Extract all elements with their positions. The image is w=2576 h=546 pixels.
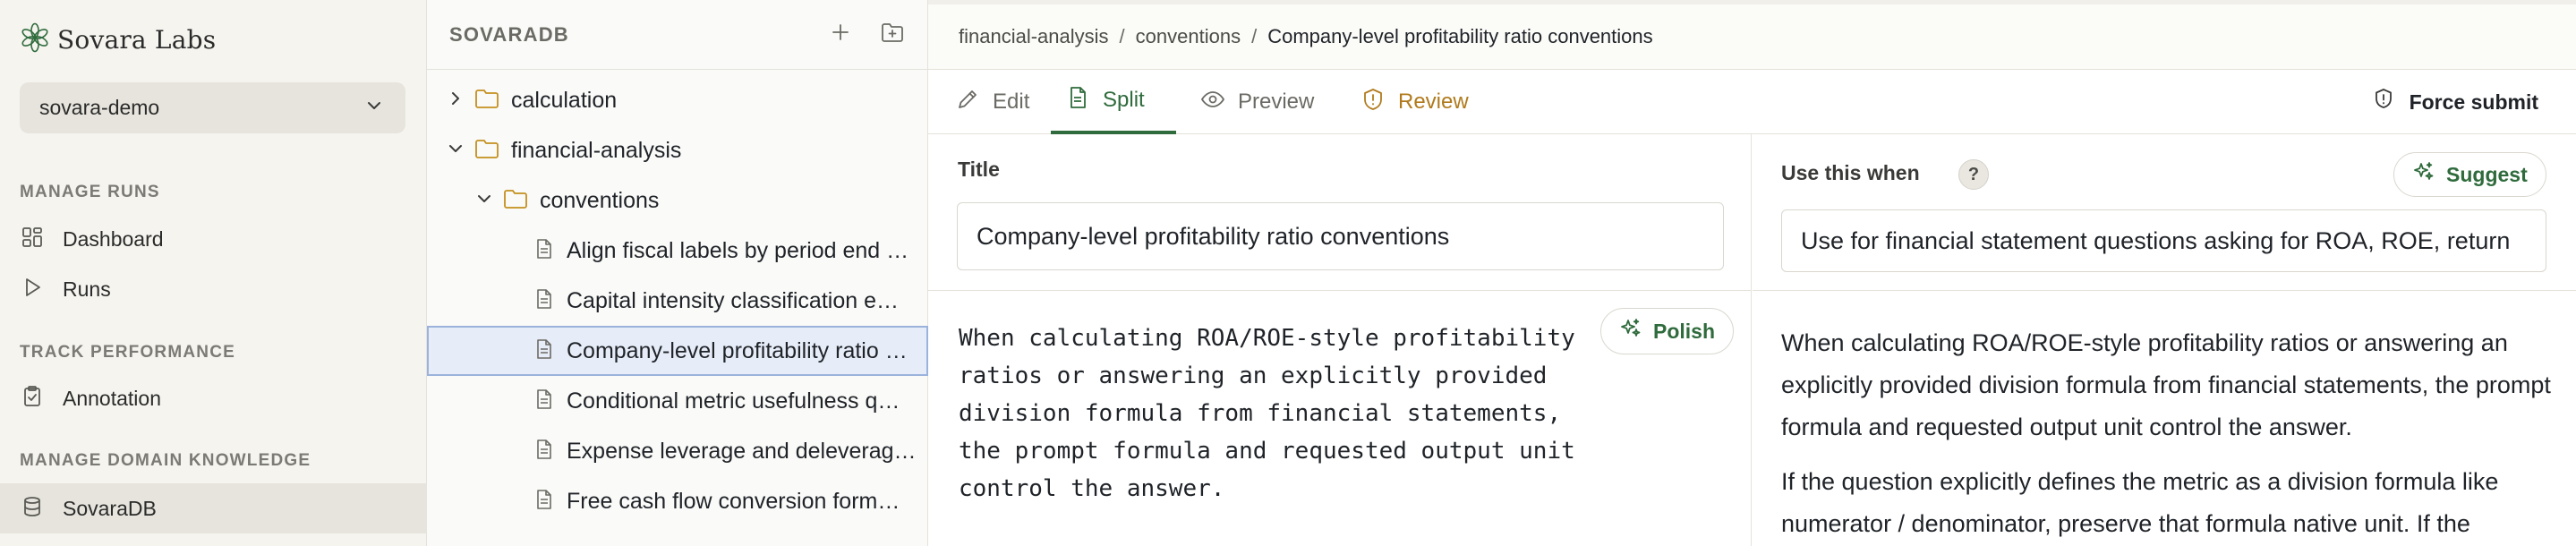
folder-icon: [466, 135, 500, 166]
chevron-down-icon: [473, 188, 495, 214]
tree-item-document[interactable]: Conditional metric usefulness q…: [427, 376, 928, 426]
document-icon: [533, 488, 556, 516]
suggest-button[interactable]: Suggest: [2393, 152, 2546, 197]
tab-label: Preview: [1238, 90, 1315, 114]
preview-pane: Use this when ? Suggest Use for financia…: [1753, 134, 2576, 546]
shield-alert-icon: [2372, 88, 2410, 116]
tab-split[interactable]: Split: [1051, 70, 1176, 134]
sidebar-item-dashboard[interactable]: Dashboard: [0, 216, 427, 262]
tab-review[interactable]: Review: [1361, 70, 1477, 134]
tree-item-calculation[interactable]: calculation: [427, 75, 928, 125]
folder-icon: [466, 85, 500, 116]
tree-item-label: financial-analysis: [511, 137, 682, 163]
alert-circle-icon: [1361, 87, 1398, 118]
pencil-icon: [955, 87, 993, 118]
tab-edit[interactable]: Edit: [955, 70, 1041, 134]
sidebar-item-label: Annotation: [63, 386, 161, 410]
app-sidebar: Sovara Labs sovara-demo MANAGE RUNS Dash…: [0, 0, 427, 546]
help-icon[interactable]: ?: [1958, 159, 1989, 190]
database-icon: [20, 494, 45, 524]
document-icon: [533, 438, 556, 465]
sidebar-item-label: Runs: [63, 277, 111, 301]
chevron-down-icon: [445, 138, 466, 164]
tree-item-label: Company-level profitability ratio …: [567, 337, 908, 363]
tree-item-document-selected[interactable]: Company-level profitability ratio …: [427, 326, 928, 376]
tree-item-label: calculation: [511, 87, 618, 113]
plus-icon[interactable]: [802, 19, 854, 50]
breadcrumb-separator: /: [1251, 25, 1258, 47]
file-tree-panel: SOVARADB calculation financial-analysis …: [427, 0, 928, 546]
tree-item-label: Expense leverage and deleverag…: [567, 438, 917, 464]
markdown-editor[interactable]: When calculating ROA/ROE-style profitabi…: [959, 320, 1648, 508]
editor-toolbar: Edit Split Preview Review Force submit: [928, 70, 2576, 134]
tree-item-financial-analysis[interactable]: financial-analysis: [427, 125, 928, 175]
tab-preview[interactable]: Preview: [1200, 70, 1317, 134]
section-title-track-performance: TRACK PERFORMANCE: [20, 343, 236, 362]
tab-label: Split: [1103, 88, 1145, 112]
sidebar-item-sovaradb[interactable]: SovaraDB: [0, 483, 427, 533]
pane-divider: [1753, 290, 2576, 291]
breadcrumb-link[interactable]: financial-analysis: [959, 25, 1109, 48]
workspace-selector[interactable]: sovara-demo: [20, 82, 405, 133]
workspace-name: sovara-demo: [39, 96, 160, 119]
document-icon: [533, 237, 556, 265]
tree-item-document[interactable]: Expense leverage and deleverag…: [427, 426, 928, 476]
section-title-manage-runs: MANAGE RUNS: [20, 183, 160, 201]
breadcrumb-current: Company-level profitability ratio conven…: [1267, 25, 1653, 47]
tree-item-label: conventions: [540, 187, 660, 213]
tree-item-document[interactable]: Capital intensity classification e…: [427, 276, 928, 326]
polish-label: Polish: [1653, 319, 1716, 343]
breadcrumb-separator: /: [1119, 25, 1125, 47]
polish-button[interactable]: Polish: [1600, 308, 1735, 354]
preview-paragraph: If the question explicitly defines the m…: [1781, 468, 2499, 537]
breadcrumb: financial-analysis / conventions / Compa…: [928, 0, 2576, 70]
title-label: Title: [958, 158, 1000, 181]
clipboard-check-icon: [20, 384, 45, 414]
tab-label: Edit: [993, 90, 1030, 114]
sparkles-icon: [1619, 317, 1653, 346]
tree-item-document[interactable]: Align fiscal labels by period end …: [427, 226, 928, 276]
sidebar-item-label: SovaraDB: [63, 496, 157, 520]
document-icon: [533, 388, 556, 415]
rendered-preview: When calculating ROA/ROE-style profitabi…: [1781, 322, 2551, 546]
document-icon: [533, 337, 556, 365]
sidebar-item-runs[interactable]: Runs: [0, 266, 427, 312]
suggest-label: Suggest: [2446, 162, 2528, 186]
tree-item-label: Align fiscal labels by period end …: [567, 237, 909, 263]
preview-paragraph: When calculating ROA/ROE-style profitabi…: [1781, 329, 2551, 440]
folder-icon: [495, 185, 529, 217]
pane-divider: [928, 290, 1752, 291]
document-icon: [533, 287, 556, 315]
title-input[interactable]: Company-level profitability ratio conven…: [957, 202, 1724, 270]
brand-name: Sovara Labs: [57, 24, 217, 55]
editor-pane: Title Company-level profitability ratio …: [928, 134, 1752, 546]
sidebar-item-label: Dashboard: [63, 226, 164, 251]
use-when-label: Use this when: [1781, 161, 1920, 184]
chevron-right-icon: [445, 88, 466, 114]
sparkles-icon: [2412, 160, 2446, 189]
main-editor: financial-analysis / conventions / Compa…: [928, 0, 2576, 546]
tree-item-label: Conditional metric usefulness q…: [567, 388, 900, 414]
dashboard-icon: [20, 225, 45, 254]
tree-header: SOVARADB: [427, 0, 927, 70]
brand[interactable]: Sovara Labs: [20, 22, 217, 57]
tree-item-label: Capital intensity classification e…: [567, 287, 899, 313]
use-when-input[interactable]: Use for financial statement questions as…: [1781, 209, 2546, 272]
sovara-logo-icon: [20, 22, 50, 57]
tree-item-document[interactable]: Free cash flow conversion form…: [427, 476, 928, 526]
sidebar-item-annotation[interactable]: Annotation: [0, 375, 427, 422]
force-submit-label: Force submit: [2409, 90, 2538, 114]
tree-item-conventions[interactable]: conventions: [427, 175, 928, 226]
tree-title: SOVARADB: [449, 22, 569, 46]
force-submit-button[interactable]: Force submit: [2372, 70, 2538, 134]
section-title-manage-domain-knowledge: MANAGE DOMAIN KNOWLEDGE: [20, 451, 311, 470]
new-folder-icon[interactable]: [854, 19, 906, 50]
tree-item-label: Free cash flow conversion form…: [567, 488, 900, 514]
eye-icon: [1200, 87, 1238, 118]
play-icon: [20, 275, 45, 304]
file-text-icon: [1065, 85, 1103, 116]
tab-label: Review: [1398, 90, 1469, 114]
chevron-down-icon: [363, 94, 386, 122]
breadcrumb-link[interactable]: conventions: [1136, 25, 1241, 48]
